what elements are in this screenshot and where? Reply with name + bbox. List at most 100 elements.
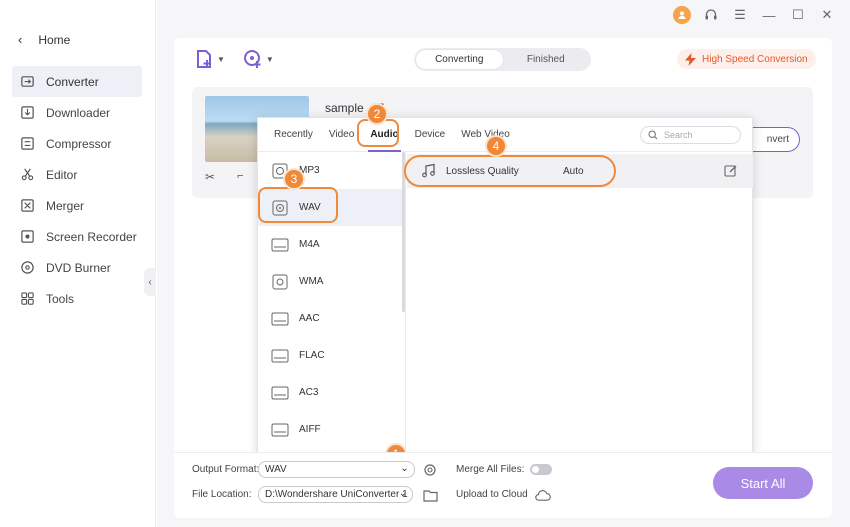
start-all-button[interactable]: Start All (713, 467, 813, 499)
format-settings-icon[interactable] (422, 462, 438, 478)
chevron-left-icon: ‹ (18, 32, 23, 47)
add-dvd-icon (243, 50, 261, 68)
file-location-select[interactable]: D:\Wondershare UniConverter 1 ⌄ (258, 486, 413, 503)
format-label: AIFF (299, 424, 321, 435)
maximize-icon[interactable]: ☐ (789, 6, 807, 24)
list-item-m4a[interactable]: M4A (258, 226, 405, 263)
add-toolbar: ▼ ▼ (194, 49, 274, 69)
add-files-button[interactable]: ▼ (194, 49, 225, 69)
sidebar-item-compressor[interactable]: Compressor (12, 128, 142, 159)
chevron-down-icon: ▼ (217, 54, 225, 64)
callout-badge-4: 4 (485, 135, 507, 157)
sidebar-item-editor[interactable]: Editor (12, 159, 142, 190)
sidebar-item-label: Downloader (46, 105, 111, 120)
upload-to-cloud-label: Upload to Cloud (456, 489, 528, 500)
user-icon (678, 11, 686, 19)
format-search-input[interactable]: Search (640, 126, 741, 144)
quality-option-row[interactable]: Lossless Quality Auto (407, 154, 753, 188)
add-file-icon (197, 50, 211, 68)
home-link[interactable]: ‹ Home (18, 32, 70, 47)
ac3-file-icon (271, 384, 289, 401)
sidebar-item-label: Screen Recorder (46, 229, 137, 244)
list-item-flac[interactable]: FLAC (258, 337, 405, 374)
editor-icon (19, 167, 35, 183)
sidebar: ‹ Home Converter Downloader Compressor E… (0, 0, 156, 527)
converter-icon (19, 74, 35, 90)
user-avatar[interactable] (673, 6, 691, 24)
home-label: Home (38, 32, 71, 47)
downloader-icon (19, 105, 35, 121)
status-segmented-control: Converting Finished (414, 48, 591, 71)
compressor-icon (19, 136, 35, 152)
crop-icon[interactable]: ⌐ (237, 170, 243, 184)
chevron-down-icon: ▼ (265, 54, 274, 64)
merge-all-files-toggle[interactable] (530, 464, 552, 475)
format-dropdown: Recently Video Audio Device Web Video Se… (257, 117, 753, 458)
format-list: MP3 WAV M4A WMA AAC FLAC AC3 AIFF (258, 152, 406, 458)
tab-converting[interactable]: Converting (416, 50, 503, 69)
callout-badge-3: 3 (283, 168, 305, 190)
format-label: FLAC (299, 350, 325, 361)
callout-badge-2: 2 (366, 103, 388, 125)
list-item-mp3[interactable]: MP3 (258, 152, 405, 189)
wav-file-icon (271, 199, 289, 216)
menu-icon[interactable]: ☰ (731, 6, 749, 24)
tab-recently[interactable]: Recently (266, 118, 321, 152)
tab-audio[interactable]: Audio (362, 118, 406, 152)
high-speed-conversion-toggle[interactable]: High Speed Conversion (677, 49, 816, 69)
output-format-dropdown-button[interactable]: ⌄ (393, 458, 416, 479)
list-item-ac3[interactable]: AC3 (258, 374, 405, 411)
format-label: WMA (299, 276, 324, 287)
search-icon (648, 130, 658, 140)
output-format-select[interactable]: WAV (258, 461, 415, 478)
dvd-burner-icon (19, 260, 35, 276)
format-label: AAC (299, 313, 320, 324)
music-note-icon (422, 163, 435, 178)
output-format-label: Output Format: (192, 464, 260, 475)
support-headset-icon[interactable] (702, 6, 720, 24)
sidebar-item-downloader[interactable]: Downloader (12, 97, 142, 128)
high-speed-label: High Speed Conversion (702, 53, 808, 65)
tab-video[interactable]: Video (321, 118, 362, 152)
close-icon[interactable]: ✕ (818, 6, 836, 24)
chevron-left-icon: ‹ (148, 276, 152, 288)
sidebar-item-converter[interactable]: Converter (12, 66, 142, 97)
aac-file-icon (271, 310, 289, 327)
minimize-icon[interactable]: — (760, 6, 778, 24)
format-list-scrollbar[interactable] (402, 152, 405, 312)
trim-scissors-icon[interactable]: ✂ (205, 170, 215, 184)
file-location-value: D:\Wondershare UniConverter 1 (265, 489, 408, 500)
sidebar-item-dvd-burner[interactable]: DVD Burner (12, 252, 142, 283)
m4a-file-icon (271, 236, 289, 253)
output-format-value: WAV (265, 464, 287, 475)
sidebar-nav: Converter Downloader Compressor Editor M… (12, 66, 142, 314)
sidebar-item-merger[interactable]: Merger (12, 190, 142, 221)
screen-recorder-icon (19, 229, 35, 245)
quality-resolution: Auto (563, 165, 584, 177)
sidebar-item-label: Editor (46, 167, 78, 182)
format-label: WAV (299, 202, 321, 213)
lightning-icon (685, 52, 696, 66)
list-item-wav[interactable]: WAV (258, 189, 405, 226)
list-item-aiff[interactable]: AIFF (258, 411, 405, 448)
list-item-aac[interactable]: AAC (258, 300, 405, 337)
sidebar-item-label: Tools (46, 291, 75, 306)
sidebar-collapse-handle[interactable]: ‹ (144, 268, 156, 296)
add-dvd-button[interactable]: ▼ (243, 49, 274, 69)
sidebar-item-label: Compressor (46, 136, 112, 151)
sidebar-item-screen-recorder[interactable]: Screen Recorder (12, 221, 142, 252)
file-location-label: File Location: (192, 489, 252, 500)
cloud-upload-icon[interactable] (535, 487, 551, 503)
folder-icon[interactable] (422, 487, 438, 503)
sidebar-item-tools[interactable]: Tools (12, 283, 142, 314)
sidebar-item-label: Converter (46, 74, 99, 89)
tab-finished[interactable]: Finished (503, 50, 590, 69)
thumbnail-tools: ✂ ⌐ (205, 170, 244, 184)
merger-icon (19, 198, 35, 214)
list-item-wma[interactable]: WMA (258, 263, 405, 300)
quality-name: Lossless Quality (446, 165, 519, 177)
merge-all-files-label: Merge All Files: (456, 464, 525, 475)
edit-quality-icon[interactable] (724, 164, 738, 178)
search-placeholder: Search (664, 130, 693, 140)
tab-device[interactable]: Device (407, 118, 454, 152)
